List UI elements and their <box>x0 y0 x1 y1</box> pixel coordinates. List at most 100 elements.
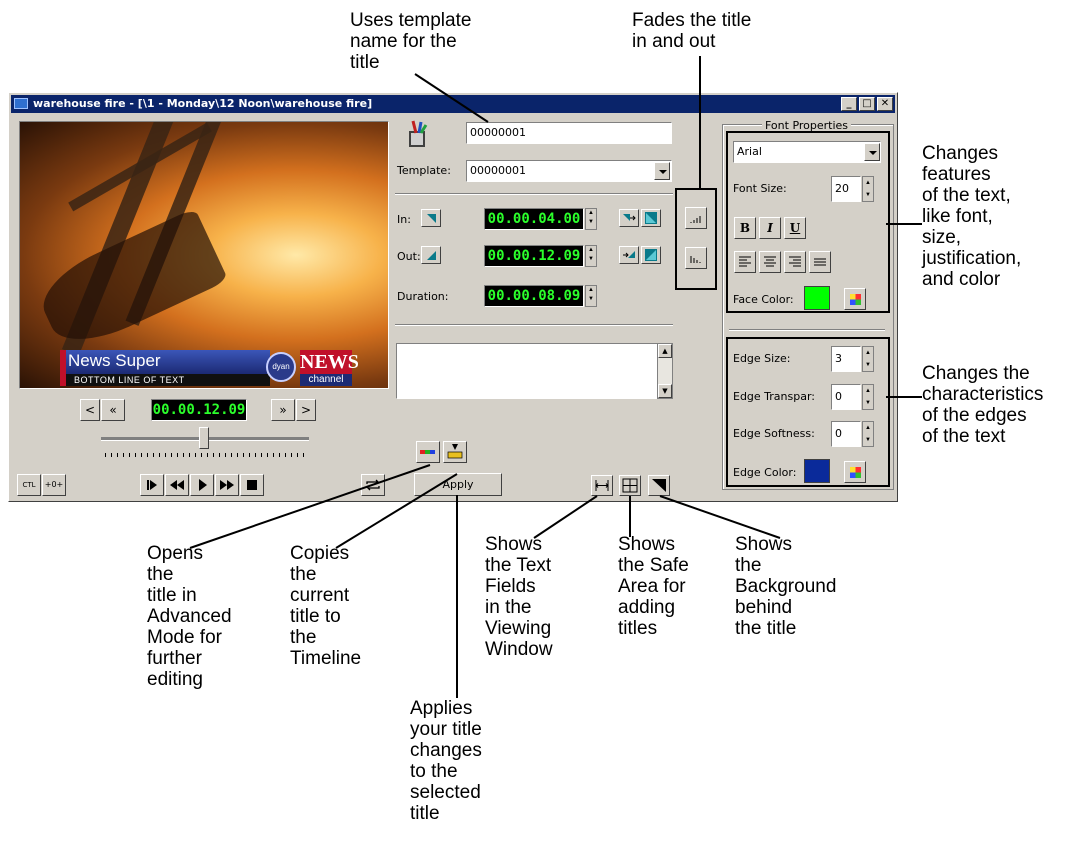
set-in-button[interactable] <box>421 209 441 227</box>
edge-softness-label: Edge Softness: <box>733 427 815 440</box>
copy-to-timeline-button[interactable] <box>443 441 467 463</box>
viewing-window[interactable]: News Super BOTTOM LINE OF TEXT dyan NEWS… <box>19 121 389 389</box>
window-icon <box>14 98 28 109</box>
fast-forward-button[interactable] <box>215 474 239 496</box>
ctl-button[interactable]: CTL <box>17 474 41 496</box>
fade-in-button[interactable] <box>641 209 661 227</box>
template-label: Template: <box>397 164 451 177</box>
title-bar: warehouse fire - [\1 - Monday\12 Noon\wa… <box>11 95 895 113</box>
bold-button[interactable]: B <box>734 217 756 239</box>
fade-down-button[interactable] <box>685 247 707 269</box>
duration-spinner[interactable]: ▲ ▼ <box>585 285 597 307</box>
rewind-fast-button[interactable]: « <box>101 399 125 421</box>
close-button[interactable]: ✕ <box>877 97 893 111</box>
callout-safe-area: Shows the Safe Area for adding titles <box>618 534 689 639</box>
lower-third-sub-text: BOTTOM LINE OF TEXT <box>60 374 270 386</box>
loop-button[interactable] <box>361 474 385 496</box>
go-to-out-button[interactable] <box>619 246 639 264</box>
edge-color-label: Edge Color: <box>733 466 797 479</box>
fade-up-button[interactable] <box>685 207 707 229</box>
edge-size-spinner[interactable]: ▲ ▼ <box>862 346 874 372</box>
play-reverse-button[interactable] <box>140 474 164 496</box>
template-icon <box>403 119 433 149</box>
position-timecode: 00.00.12.09 <box>151 399 247 421</box>
edge-color-palette-button[interactable] <box>844 461 866 483</box>
callout-edges: Changes the characteristics of the edges… <box>922 363 1044 447</box>
apply-button[interactable]: Apply <box>414 473 502 496</box>
callout-background: Shows the Background behind the title <box>735 534 837 639</box>
safe-area-button[interactable] <box>619 475 641 496</box>
align-center-button[interactable] <box>759 251 781 273</box>
news-channel-text: channel <box>300 374 352 386</box>
window-title: warehouse fire - [\1 - Monday\12 Noon\wa… <box>33 97 373 110</box>
edge-size-label: Edge Size: <box>733 352 791 365</box>
font-select[interactable]: Arial <box>733 141 881 163</box>
callout-template-name: Uses template name for the title <box>350 10 472 73</box>
edge-transparency-spinner[interactable]: ▲ ▼ <box>862 384 874 410</box>
title-text-area[interactable] <box>396 343 658 399</box>
forward-fast-button[interactable]: » <box>271 399 295 421</box>
stop-button[interactable] <box>240 474 264 496</box>
face-color-label: Face Color: <box>733 293 794 306</box>
fade-out-button[interactable] <box>641 246 661 264</box>
template-select[interactable]: 00000001 <box>466 160 672 182</box>
step-back-button[interactable]: < <box>80 399 100 421</box>
scrub-ticks <box>105 453 305 457</box>
go-to-in-button[interactable] <box>619 209 639 227</box>
underline-button[interactable]: U <box>784 217 806 239</box>
callout-fades: Fades the title in and out <box>632 10 752 52</box>
font-size-spinner[interactable]: ▲ ▼ <box>862 176 874 202</box>
set-out-button[interactable] <box>421 246 441 264</box>
in-spinner[interactable]: ▲ ▼ <box>585 208 597 230</box>
italic-button[interactable]: I <box>759 217 781 239</box>
advanced-mode-button[interactable] <box>416 441 440 463</box>
minimize-button[interactable]: _ <box>841 97 857 111</box>
face-color-palette-button[interactable] <box>844 288 866 310</box>
align-left-button[interactable] <box>734 251 756 273</box>
in-label: In: <box>397 213 411 226</box>
palette-icon <box>850 294 861 305</box>
scroll-down-button[interactable]: ▼ <box>658 384 672 398</box>
maximize-button[interactable]: □ <box>859 97 875 111</box>
out-label: Out: <box>397 250 421 263</box>
face-color-swatch[interactable] <box>804 286 830 310</box>
step-forward-button[interactable]: > <box>296 399 316 421</box>
edge-transparency-field[interactable]: 0 <box>831 384 861 410</box>
text-fields-button[interactable] <box>591 475 613 496</box>
out-timecode[interactable]: 00.00.12.09 <box>484 245 584 267</box>
callout-font-features: Changes features of the text, like font,… <box>922 143 1022 290</box>
callout-advanced-mode: Opens the title in Advanced Mode for fur… <box>147 543 232 690</box>
fade-buttons-highlight <box>675 188 717 290</box>
tower-base <box>31 207 229 357</box>
title-name-field[interactable]: 00000001 <box>466 122 672 144</box>
edge-color-swatch[interactable] <box>804 459 830 483</box>
play-button[interactable] <box>190 474 214 496</box>
duration-label: Duration: <box>397 290 449 303</box>
edge-size-field[interactable]: 3 <box>831 346 861 372</box>
callout-applies: Applies your title changes to the select… <box>410 698 482 824</box>
scrub-handle[interactable] <box>199 427 209 449</box>
edge-softness-spinner[interactable]: ▲ ▼ <box>862 421 874 447</box>
template-dropdown-arrow[interactable] <box>654 162 670 180</box>
callout-text-fields: Shows the Text Fields in the Viewing Win… <box>485 534 553 660</box>
station-logo: dyan <box>266 352 296 382</box>
title-editor-window: warehouse fire - [\1 - Monday\12 Noon\wa… <box>8 92 898 502</box>
palette-icon <box>850 467 861 478</box>
edge-softness-field[interactable]: 0 <box>831 421 861 447</box>
background-button[interactable] <box>648 475 670 496</box>
lower-third-main-text: News Super <box>68 351 161 370</box>
font-size-field[interactable]: 20 <box>831 176 861 202</box>
font-dropdown-arrow[interactable] <box>864 143 880 161</box>
news-logo-text: NEWS <box>300 350 359 374</box>
lower-third-graphic: News Super BOTTOM LINE OF TEXT dyan NEWS… <box>60 350 359 386</box>
text-scrollbar[interactable]: ▲ ▼ <box>657 343 673 399</box>
trim-button[interactable]: +0+ <box>42 474 66 496</box>
scroll-up-button[interactable]: ▲ <box>658 344 672 358</box>
in-timecode[interactable]: 00.00.04.00 <box>484 208 584 230</box>
align-right-button[interactable] <box>784 251 806 273</box>
rewind-button[interactable] <box>165 474 189 496</box>
out-spinner[interactable]: ▲ ▼ <box>585 245 597 267</box>
justify-button[interactable] <box>809 251 831 273</box>
callout-copies-timeline: Copies the current title to the Timeline <box>290 543 362 669</box>
duration-timecode[interactable]: 00.00.08.09 <box>484 285 584 307</box>
